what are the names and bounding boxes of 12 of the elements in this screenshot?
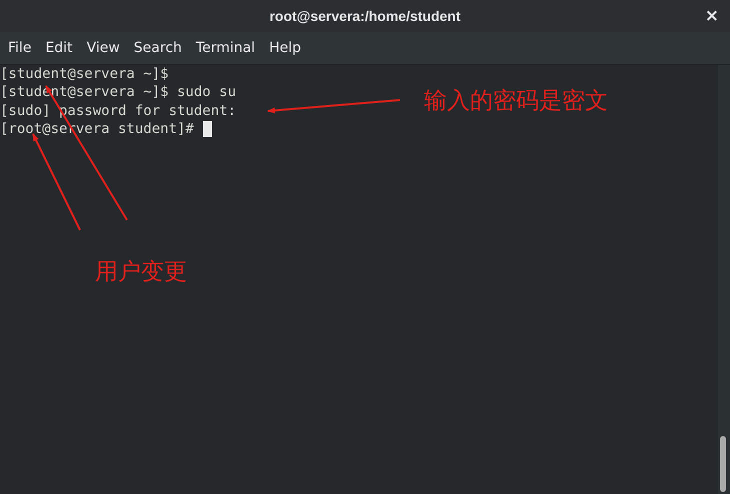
close-button[interactable]: × bbox=[702, 6, 722, 26]
annotation-text: 用户变更 bbox=[95, 258, 187, 287]
menu-item[interactable]: File bbox=[1, 34, 38, 62]
annotation-text: 输入的密码是密文 bbox=[424, 87, 608, 116]
menu-item[interactable]: Edit bbox=[38, 34, 80, 62]
terminal-line: [student@servera ~]$ bbox=[0, 65, 169, 84]
window-title: root@servera:/home/student bbox=[269, 8, 461, 24]
menu-item[interactable]: Terminal bbox=[188, 34, 262, 62]
menu-item[interactable]: Search bbox=[126, 34, 189, 62]
menu-item[interactable]: Help bbox=[262, 34, 308, 62]
scrollbar-thumb[interactable] bbox=[720, 436, 726, 492]
menu-item[interactable]: View bbox=[80, 34, 127, 62]
